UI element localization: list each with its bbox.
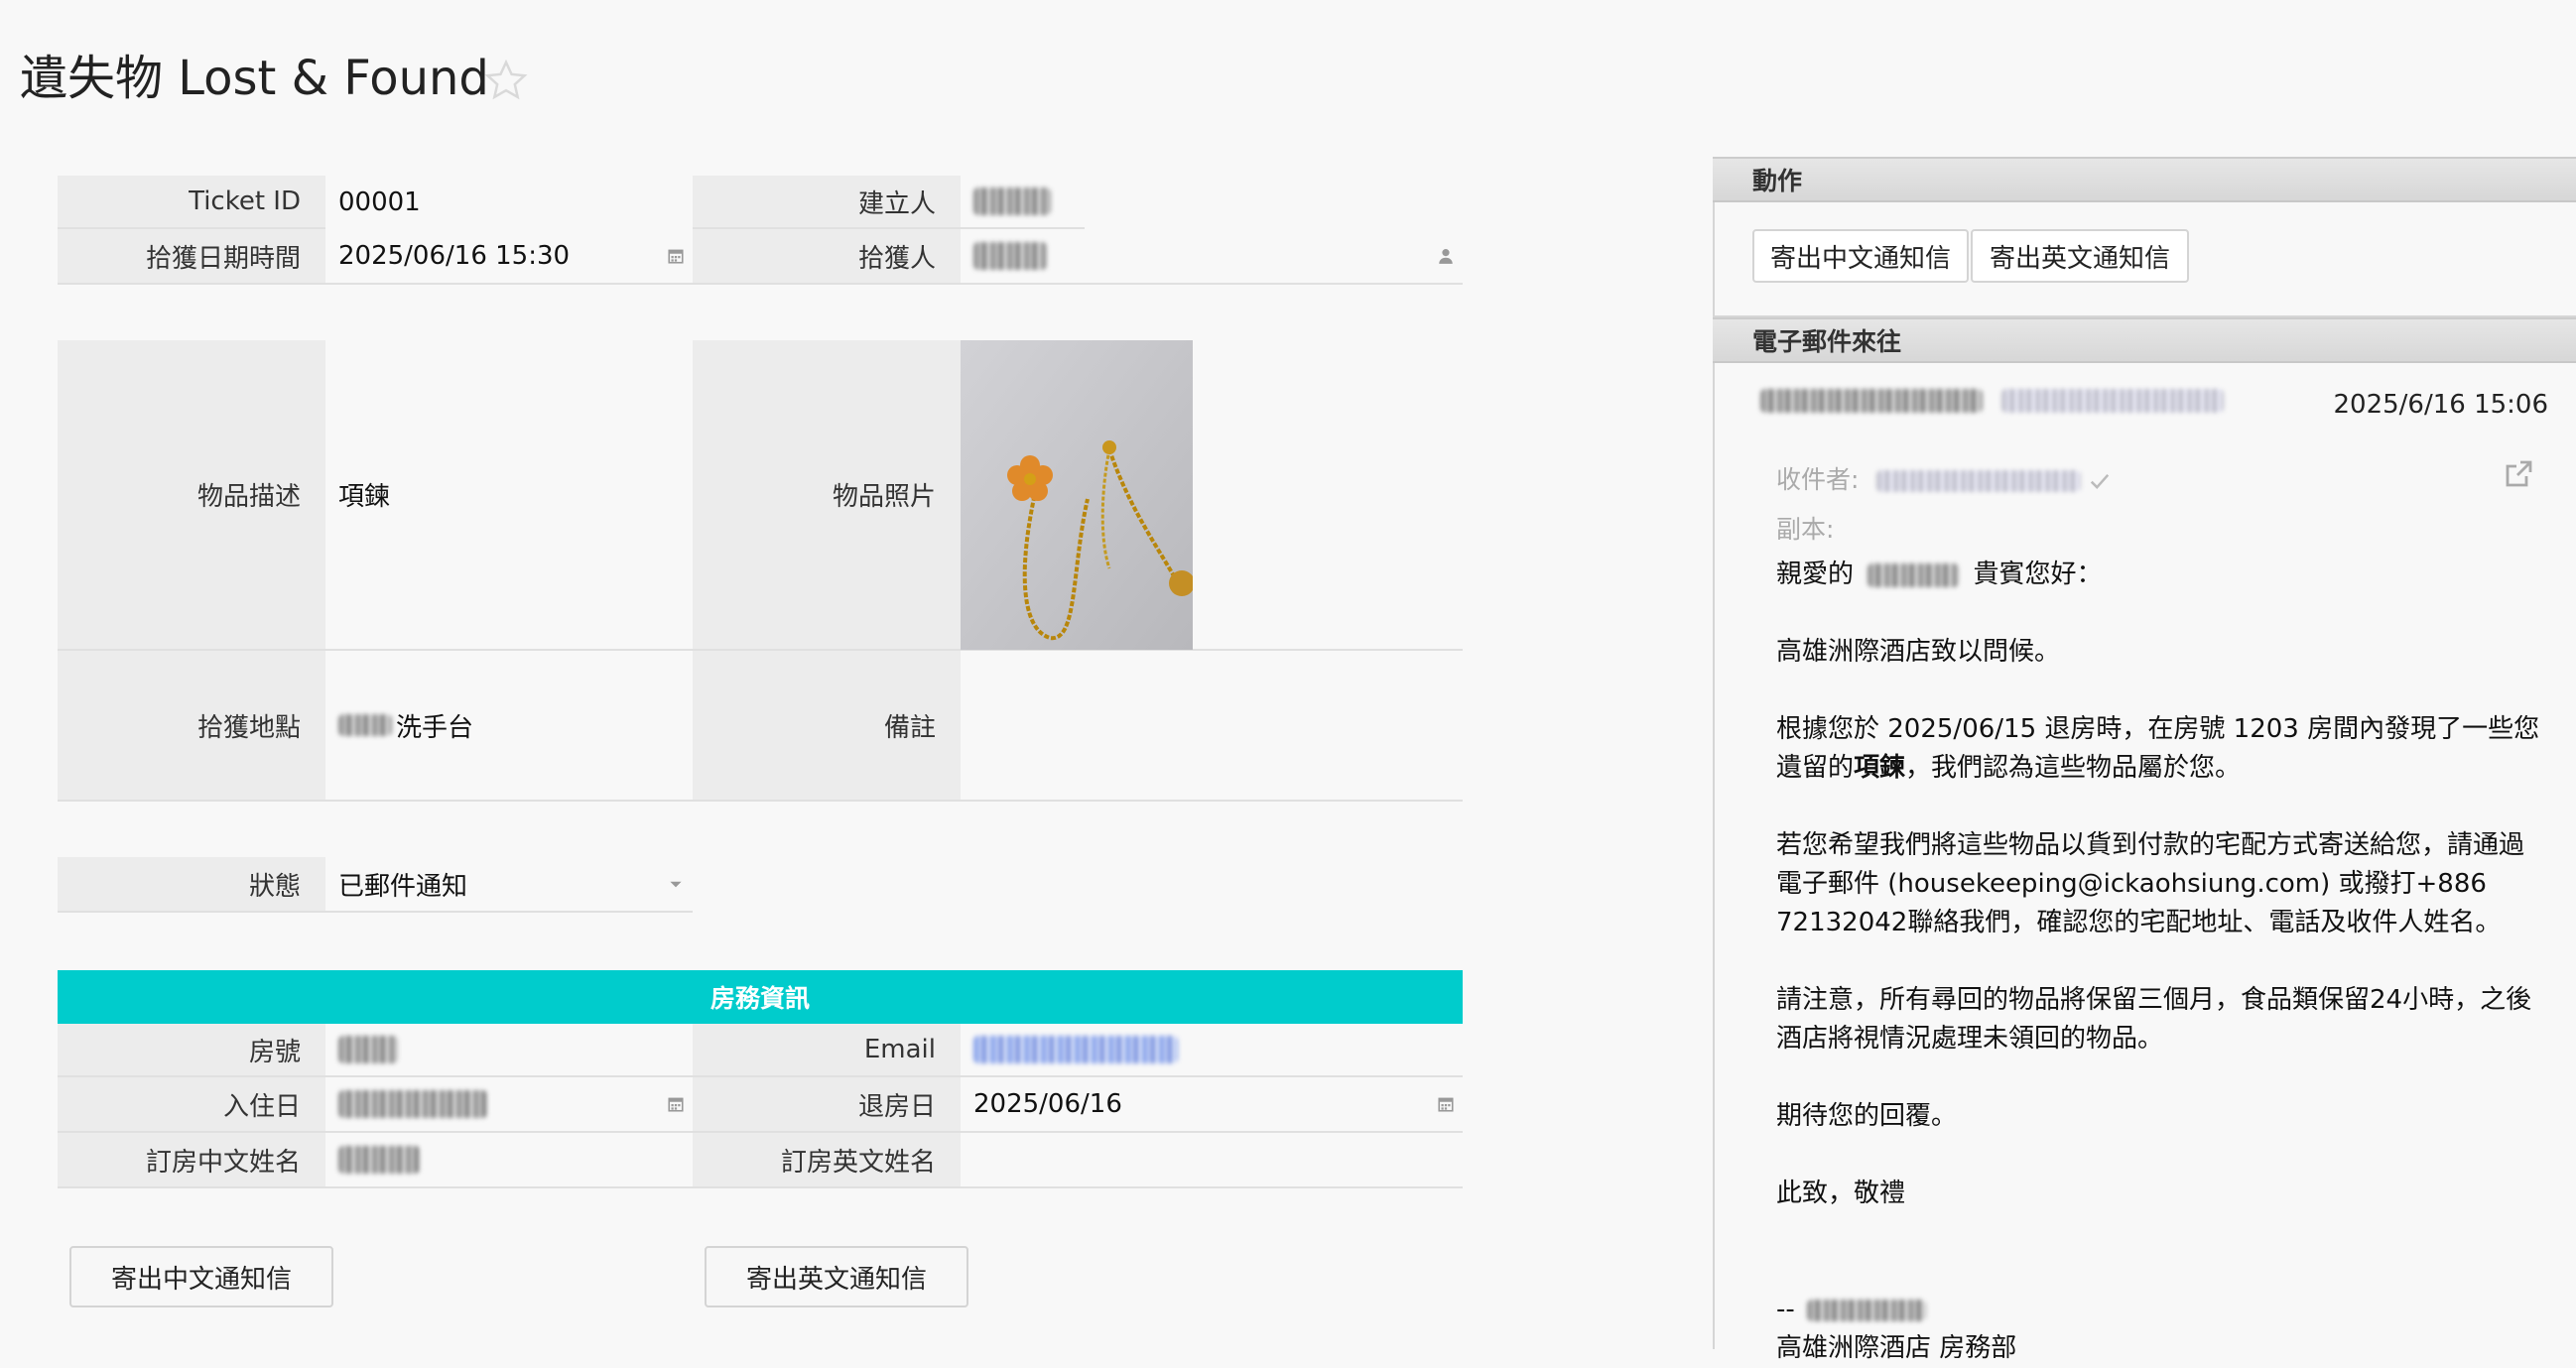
- recipient-redacted: [1876, 470, 2082, 492]
- checkin-field[interactable]: [325, 1077, 693, 1133]
- calendar-icon[interactable]: [1437, 1095, 1455, 1113]
- send-zh-notice-button[interactable]: 寄出中文通知信: [69, 1246, 333, 1307]
- notes-label: 備註: [693, 651, 961, 802]
- email-greeting: 親愛的 貴賓您好：: [1776, 560, 2103, 589]
- checkout-value: 2025/06/16: [973, 1089, 1122, 1119]
- email-to-label: 收件者:: [1776, 465, 1860, 494]
- found-datetime-label: 拾獲日期時間: [58, 229, 325, 285]
- actions-panel-header: 動作: [1713, 157, 2576, 202]
- room-no-redacted: [338, 1036, 398, 1063]
- creator-label: 建立人: [693, 176, 961, 229]
- item-photo[interactable]: [961, 340, 1193, 650]
- finder-name-redacted: [973, 242, 1047, 270]
- item-desc-label: 物品描述: [58, 340, 325, 651]
- checkin-label: 入住日: [58, 1077, 325, 1133]
- email-signature: --: [1776, 1291, 2540, 1329]
- panel-send-zh-button[interactable]: 寄出中文通知信: [1752, 229, 1969, 283]
- name-zh-label: 訂房中文姓名: [58, 1133, 325, 1188]
- email-body: 親愛的 貴賓您好： 高雄洲際酒店致以問候。 根據您於 2025/06/15 退房…: [1776, 556, 2540, 1368]
- checkin-date-redacted: [338, 1090, 487, 1118]
- found-location-label: 拾獲地點: [58, 651, 325, 802]
- calendar-icon[interactable]: [667, 1095, 685, 1113]
- panel-send-en-button[interactable]: 寄出英文通知信: [1971, 229, 2189, 283]
- email-line-1: 高雄洲際酒店致以問候。: [1776, 637, 2061, 667]
- ticket-id-label: Ticket ID: [58, 176, 325, 229]
- signer-redacted: [1807, 1299, 1927, 1321]
- checkout-label: 退房日: [693, 1077, 961, 1133]
- name-zh-redacted: [338, 1146, 420, 1174]
- email-paragraph-5: 期待您的回覆。: [1776, 1101, 1958, 1131]
- page-title: 遺失物 Lost & Found: [20, 51, 489, 106]
- status-select[interactable]: 已郵件通知: [325, 857, 693, 913]
- check-icon: [2091, 473, 2110, 489]
- sender-address-redacted: [2001, 389, 2225, 413]
- email-label: Email: [693, 1024, 961, 1077]
- room-section-header: 房務資訊: [58, 970, 1463, 1024]
- name-zh-value: [325, 1133, 693, 1188]
- email-panel-header: 電子郵件來往: [1713, 317, 2576, 363]
- email-to-row: 收件者:: [1776, 460, 2111, 496]
- external-link-icon[interactable]: [2503, 458, 2534, 490]
- found-location-value: 洗手台: [396, 712, 474, 743]
- status-label: 狀態: [58, 857, 325, 913]
- name-en-label: 訂房英文姓名: [693, 1133, 961, 1188]
- sender-name-redacted: [1760, 389, 1983, 413]
- email-sender-row: [1760, 389, 2225, 413]
- finder-field[interactable]: [961, 229, 1463, 285]
- send-en-notice-button[interactable]: 寄出英文通知信: [705, 1246, 968, 1307]
- found-location-field: 洗手台: [325, 651, 693, 802]
- email-date: 2025/6/16 15:06: [2333, 390, 2548, 420]
- finder-label: 拾獲人: [693, 229, 961, 285]
- room-no-value: [325, 1024, 693, 1077]
- email-paragraph-6: 此致，敬禮: [1776, 1179, 1906, 1208]
- star-outline-icon[interactable]: [483, 58, 529, 103]
- guest-name-redacted: [1868, 562, 1960, 587]
- status-value: 已郵件通知: [338, 871, 468, 902]
- room-no-label: 房號: [58, 1024, 325, 1077]
- email-paragraph-3: 若您希望我們將這些物品以貨到付款的宅配方式寄送給您，請通過電子郵件 (house…: [1776, 830, 2525, 937]
- email-paragraph-4: 請注意，所有尋回的物品將保留三個月，食品類保留24小時，之後酒店將視情況處理未領…: [1776, 985, 2532, 1054]
- checkout-field[interactable]: 2025/06/16: [961, 1077, 1463, 1133]
- email-value[interactable]: [961, 1024, 1463, 1077]
- found-datetime-value: 2025/06/16 15:30: [338, 241, 571, 271]
- found-datetime-field[interactable]: 2025/06/16 15:30: [325, 229, 693, 285]
- creator-name-redacted: [973, 187, 1051, 215]
- email-cc-label: 副本:: [1776, 515, 1835, 544]
- email-paragraph-2: 根據您於 2025/06/15 退房時，在房號 1203 房間內發現了一些您遺留…: [1776, 714, 2540, 783]
- notes-value[interactable]: [961, 651, 1463, 802]
- person-icon[interactable]: [1437, 247, 1455, 265]
- item-desc-value: 項鍊: [325, 340, 693, 651]
- name-en-value: [961, 1133, 1463, 1188]
- caret-down-icon: [670, 881, 682, 888]
- ticket-id-value: 00001: [338, 187, 421, 217]
- calendar-icon[interactable]: [667, 247, 685, 265]
- necklace-photo: [961, 340, 1193, 650]
- email-link-redacted[interactable]: [973, 1036, 1178, 1063]
- creator-value: [961, 176, 1085, 229]
- item-photo-label: 物品照片: [693, 340, 961, 651]
- location-prefix-redacted: [338, 714, 392, 736]
